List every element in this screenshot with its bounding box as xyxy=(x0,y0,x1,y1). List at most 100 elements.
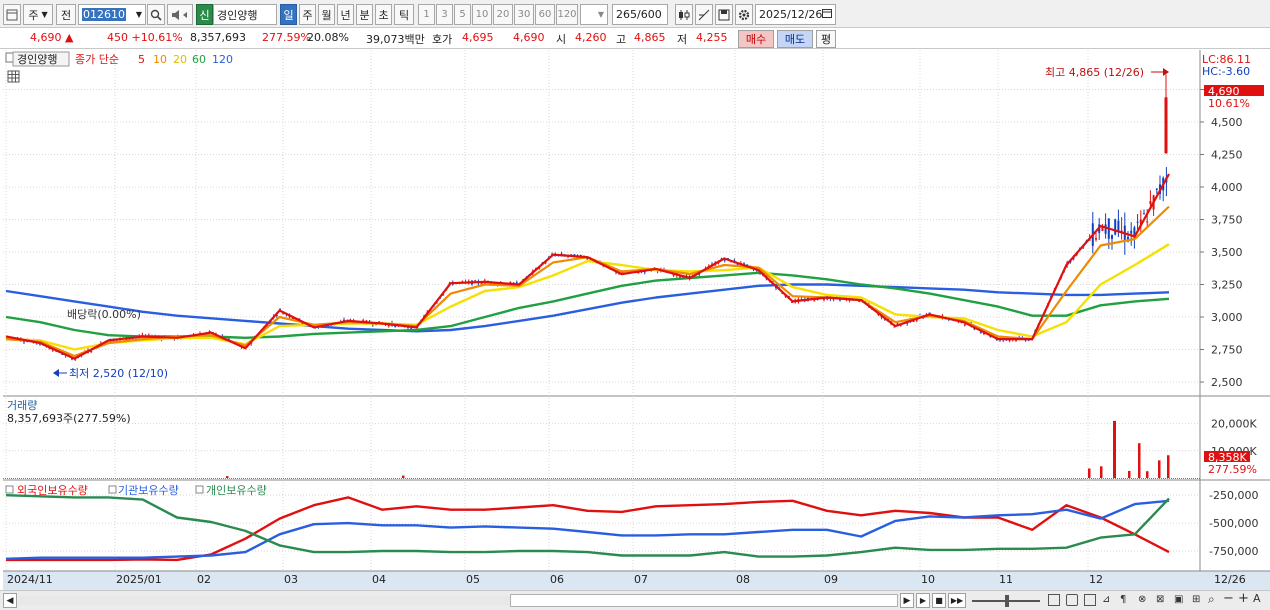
stop-icon[interactable]: ■ xyxy=(932,593,946,608)
zoom-out-icon[interactable]: − xyxy=(1223,591,1235,606)
data-count-input[interactable]: 265 /600 xyxy=(612,4,668,25)
fast-forward-icon[interactable]: ▶▶ xyxy=(948,593,966,608)
dividend-annotation: 배당락(0.00%) xyxy=(67,308,141,321)
x-tick-label: 07 xyxy=(634,573,648,586)
grid-toggle-icon[interactable]: ⊞ xyxy=(1192,594,1206,606)
x-tick-label: 03 xyxy=(284,573,298,586)
interval-10-button[interactable]: 10 xyxy=(472,4,492,25)
candle-type-icon[interactable] xyxy=(675,4,693,25)
volume-title: 거래량 xyxy=(7,399,37,412)
volume-bar xyxy=(1158,460,1161,478)
legend-ma60: 60 xyxy=(192,53,206,66)
candle-body xyxy=(1130,230,1133,234)
trash-icon[interactable]: ⊠ xyxy=(1156,594,1170,606)
evaluation-button[interactable]: 평 xyxy=(816,30,836,48)
legend-ma20: 20 xyxy=(173,53,187,66)
period-tick-button[interactable]: 틱 xyxy=(394,4,414,25)
lock-icon[interactable]: ⊗ xyxy=(1138,594,1152,606)
chart-status-bar: ◀ ▶ ▶ ■ ▶▶ ⊿ ¶ ⊗ ⊠ ▣ ⊞ ⌕ − + A xyxy=(0,590,1270,610)
interval-60-button[interactable]: 60 xyxy=(535,4,555,25)
x-tick-label: 06 xyxy=(550,573,564,586)
x-tick-label: 10 xyxy=(921,573,935,586)
quote-bar: 4,690 ▲ 450 +10.61% 8,357,693 277.59% 20… xyxy=(0,28,1270,49)
interval-3-button[interactable]: 3 xyxy=(436,4,453,25)
image-save-icon[interactable] xyxy=(1084,594,1096,606)
market-type-select[interactable]: 주 ▼ xyxy=(23,4,53,25)
market-type-label: 주 xyxy=(28,8,39,22)
volume-bar xyxy=(1128,470,1131,478)
buy-button[interactable]: 매수 xyxy=(738,30,774,48)
x-tick-label: 02 xyxy=(197,573,211,586)
volume-value: 8,357,693주(277.59%) xyxy=(7,412,131,425)
price-tick-label: 3,250 xyxy=(1211,279,1243,292)
scroll-right-icon[interactable]: ▶ xyxy=(900,593,914,608)
zoom-slider-handle[interactable] xyxy=(1005,595,1009,607)
holders-legend-box-icon[interactable] xyxy=(195,485,204,494)
custom-interval-select[interactable]: ▼ xyxy=(580,4,608,25)
legend-close-label: 종가 단순 xyxy=(75,53,119,66)
price-tick-label: 2,500 xyxy=(1211,376,1243,389)
window-icon[interactable]: ▣ xyxy=(1174,594,1188,606)
holders-legend-box-icon[interactable] xyxy=(108,485,117,494)
zoom-in-icon[interactable]: + xyxy=(1238,591,1250,606)
full-button[interactable]: 전 xyxy=(56,4,76,25)
candle-body xyxy=(1095,238,1097,240)
scrollbar-thumb[interactable] xyxy=(510,594,898,607)
stock-chart-svg: 4,7504,5004,2504,0003,7503,5003,2503,000… xyxy=(3,50,1270,590)
period-day-button[interactable]: 일 xyxy=(280,4,297,25)
interval-5-button[interactable]: 5 xyxy=(454,4,471,25)
trade-amount: 39,073백만 xyxy=(366,33,425,46)
window-layout-icon[interactable] xyxy=(3,4,21,25)
interval-1-button[interactable]: 1 xyxy=(418,4,435,25)
chevron-down-icon: ▼ xyxy=(597,10,604,19)
candle-body xyxy=(979,332,982,334)
price-change: 450 +10.61% xyxy=(107,31,183,44)
volume-bar xyxy=(1113,420,1116,478)
text-tool-icon[interactable]: ¶ xyxy=(1120,594,1134,606)
interval-120-button[interactable]: 120 xyxy=(556,4,578,25)
volume-bar xyxy=(1100,466,1103,478)
period-minute-button[interactable]: 분 xyxy=(356,4,373,25)
play-icon[interactable]: ▶ xyxy=(916,593,930,608)
legend-ma10: 10 xyxy=(153,53,167,66)
calendar-icon[interactable] xyxy=(822,8,832,21)
magnifier-icon[interactable]: ⌕ xyxy=(1208,592,1220,606)
low-price: 4,255 xyxy=(696,31,728,44)
volume-tick-label: 20,000K xyxy=(1211,418,1257,431)
font-size-icon[interactable]: A xyxy=(1253,592,1265,606)
period-second-button[interactable]: 초 xyxy=(375,4,392,25)
interval-30-button[interactable]: 30 xyxy=(514,4,534,25)
crosshair-icon[interactable] xyxy=(695,4,713,25)
candle-body xyxy=(1149,201,1152,205)
volume-bar xyxy=(1138,443,1141,478)
ruler-icon[interactable]: ⊿ xyxy=(1102,594,1116,606)
period-week-button[interactable]: 주 xyxy=(299,4,316,25)
x-tick-label: 05 xyxy=(466,573,480,586)
min-price-annotation: 최저 2,520 (12/10) xyxy=(69,367,168,380)
print-icon[interactable] xyxy=(1066,594,1078,606)
stock-name-field[interactable]: 경인양행 xyxy=(213,4,277,25)
period-year-button[interactable]: 년 xyxy=(337,4,354,25)
holders-legend-box-icon[interactable] xyxy=(5,485,14,494)
date-input[interactable]: 2025/12/26 xyxy=(755,4,836,25)
x-tick-label: 2024/11 xyxy=(7,573,53,586)
low-label: 저 xyxy=(677,33,688,46)
scroll-left-icon[interactable]: ◀ xyxy=(3,593,17,608)
copy-icon[interactable] xyxy=(1048,594,1060,606)
candle-body xyxy=(813,300,816,302)
interval-20-button[interactable]: 20 xyxy=(493,4,513,25)
open-price: 4,260 xyxy=(575,31,607,44)
table-view-icon[interactable] xyxy=(7,70,20,83)
volume-ratio: 277.59% xyxy=(262,31,311,44)
stock-code-input[interactable]: 012610 ▼ xyxy=(78,4,146,25)
sell-button[interactable]: 매도 xyxy=(777,30,813,48)
settings-gear-icon[interactable] xyxy=(735,4,753,25)
save-icon[interactable] xyxy=(715,4,733,25)
period-month-button[interactable]: 월 xyxy=(318,4,335,25)
search-icon[interactable] xyxy=(147,4,165,25)
high-label: 고 xyxy=(616,33,627,46)
current-price-value: 4,690 xyxy=(30,31,62,44)
price-tick-label: 2,750 xyxy=(1211,344,1243,357)
sound-icon[interactable] xyxy=(167,4,193,25)
volume-bar xyxy=(402,475,405,478)
